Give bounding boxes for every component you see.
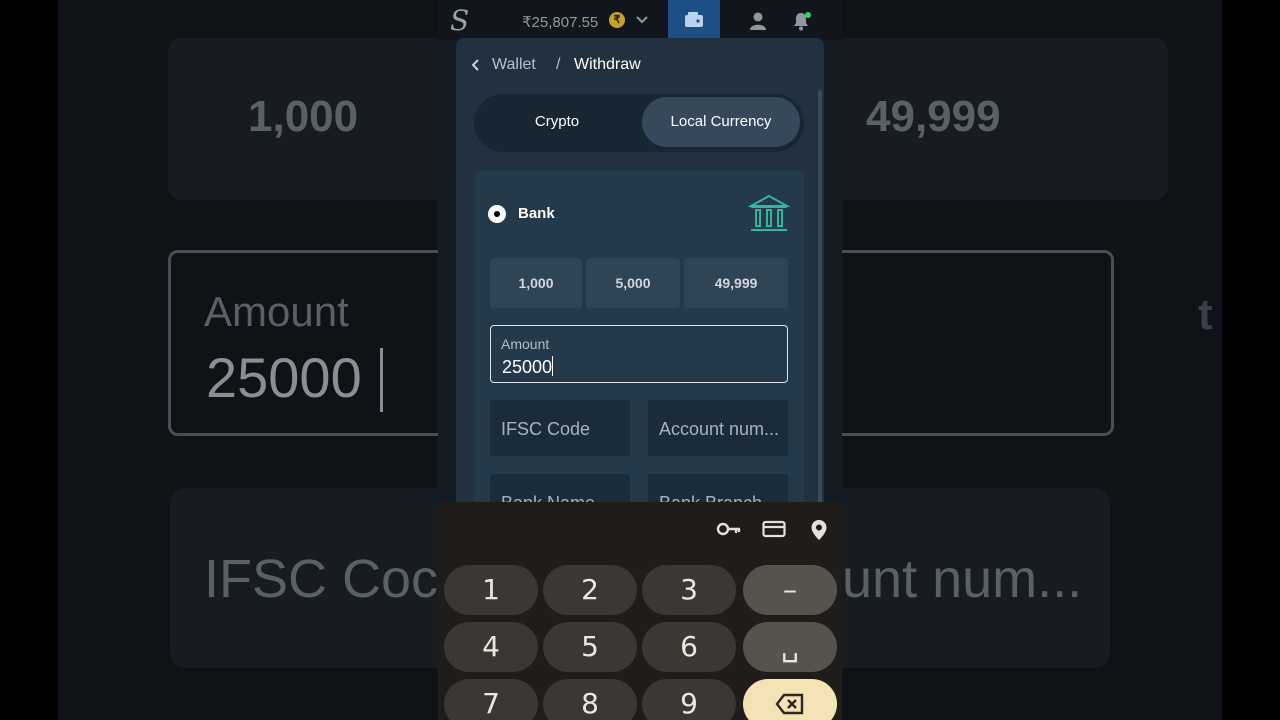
modal-scrollbar[interactable]	[818, 90, 822, 510]
key-1[interactable]: 1	[444, 565, 538, 615]
bg-amount-label: Amount	[204, 288, 349, 335]
quick-amount-1000[interactable]: 1,000	[490, 258, 582, 308]
key-space[interactable]: ␣	[743, 622, 837, 672]
key-4[interactable]: 4	[444, 622, 538, 672]
quick-amount-49999[interactable]: 49,999	[684, 258, 788, 308]
chevron-down-icon[interactable]	[635, 12, 649, 26]
wallet-icon	[685, 12, 703, 27]
app-logo[interactable]: S	[450, 4, 469, 37]
location-pin-icon[interactable]	[810, 519, 828, 541]
account-number-input[interactable]: Account num...	[648, 400, 788, 456]
key-7[interactable]: 7	[444, 679, 538, 720]
key-6[interactable]: 6	[642, 622, 736, 672]
amount-value-wrap: 25000	[502, 356, 554, 378]
breadcrumb-withdraw: Withdraw	[574, 56, 641, 73]
key-5[interactable]: 5	[543, 622, 637, 672]
card-icon[interactable]	[762, 519, 786, 539]
backspace-icon	[775, 693, 804, 715]
bank-radio[interactable]	[488, 205, 506, 223]
ifsc-code-input[interactable]: IFSC Code	[490, 400, 630, 456]
bg-ifsc: IFSC Coc	[204, 549, 439, 609]
amount-input[interactable]: Amount 25000	[490, 325, 788, 383]
numeric-keyboard: 1 2 3 – 4 5 6 ␣ 7 8 9	[438, 502, 842, 720]
phone-screen: S ₹25,807.55 ₹ Wallet / Withdraw Crypto …	[438, 0, 842, 720]
breadcrumb-separator: /	[556, 56, 561, 73]
balance-display[interactable]: ₹25,807.55	[522, 13, 598, 31]
amount-label: Amount	[501, 336, 550, 352]
bg-amount-value: 25000	[206, 346, 362, 409]
user-icon[interactable]	[748, 11, 768, 31]
wallet-button[interactable]	[668, 0, 720, 40]
bg-caret	[380, 348, 383, 412]
bg-stray-t: t	[1198, 290, 1213, 339]
quick-amount-5000[interactable]: 5,000	[586, 258, 680, 308]
key-icon[interactable]	[716, 519, 742, 539]
breadcrumb-wallet[interactable]: Wallet	[492, 56, 536, 74]
key-minus[interactable]: –	[743, 565, 837, 615]
key-8[interactable]: 8	[543, 679, 637, 720]
top-bar: S ₹25,807.55 ₹	[438, 0, 842, 40]
text-caret	[552, 356, 554, 376]
notification-dot	[805, 12, 811, 18]
bank-label: Bank	[518, 205, 555, 222]
bg-chip-2: 49,999	[866, 92, 1001, 141]
bank-icon	[748, 194, 790, 231]
bg-chip-1: 1,000	[248, 92, 359, 141]
rupee-coin-icon: ₹	[609, 12, 625, 28]
key-9[interactable]: 9	[642, 679, 736, 720]
back-chevron-icon[interactable]	[470, 58, 480, 72]
tab-local-currency[interactable]: Local Currency	[642, 97, 800, 147]
withdraw-modal: Wallet / Withdraw Crypto Local Currency …	[456, 38, 824, 538]
currency-tabs: Crypto Local Currency	[474, 94, 804, 152]
amount-value: 25000	[502, 357, 553, 377]
tab-crypto[interactable]: Crypto	[478, 97, 636, 147]
key-3[interactable]: 3	[642, 565, 736, 615]
bank-method-section: Bank 1,000 5,000 49,999 Amount 25000 IFS…	[474, 170, 804, 538]
key-2[interactable]: 2	[543, 565, 637, 615]
bg-account: unt num...	[842, 549, 1083, 609]
backspace-key[interactable]	[743, 679, 837, 720]
